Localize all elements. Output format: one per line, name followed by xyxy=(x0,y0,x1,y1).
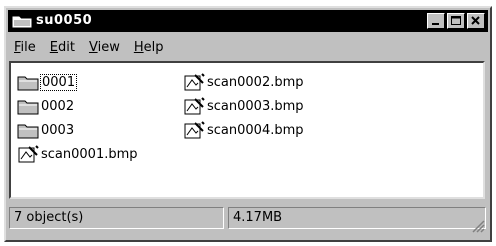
title-bar[interactable]: su0050 xyxy=(8,10,488,32)
file-item-label: scan0003.bmp xyxy=(207,98,304,114)
file-item-label: 0002 xyxy=(41,98,75,114)
file-item-scan0002[interactable]: scan0002.bmp xyxy=(183,71,304,93)
menu-file-label: ile xyxy=(20,39,36,55)
folder-icon xyxy=(17,124,39,139)
minimize-icon xyxy=(432,23,439,25)
bitmap-file-icon xyxy=(184,73,205,91)
minimize-button[interactable] xyxy=(427,13,445,29)
folder-icon xyxy=(17,76,39,91)
menu-help-mnemonic: H xyxy=(133,39,144,55)
menu-view-label: iew xyxy=(97,39,120,55)
maximize-button[interactable] xyxy=(447,13,465,29)
file-item-label: scan0002.bmp xyxy=(207,74,304,90)
folder-icon xyxy=(17,100,39,115)
file-item-scan0003[interactable]: scan0003.bmp xyxy=(183,95,304,117)
menu-edit[interactable]: Edit xyxy=(50,40,75,55)
file-item-label: 0001 xyxy=(39,73,78,91)
explorer-window: su0050 File Edit View Help 0001 0002 000… xyxy=(4,6,492,242)
folder-icon xyxy=(12,16,32,28)
status-object-count: 7 object(s) xyxy=(9,207,224,229)
menu-bar: File Edit View Help xyxy=(8,35,488,59)
menu-file[interactable]: File xyxy=(14,40,36,55)
bitmap-file-icon xyxy=(184,121,205,139)
maximize-icon xyxy=(451,16,461,25)
file-item-scan0001[interactable]: scan0001.bmp xyxy=(17,143,138,165)
status-total-size: 4.17MB xyxy=(228,207,486,229)
file-item-folder-0003[interactable]: 0003 xyxy=(17,119,74,141)
file-item-label: scan0001.bmp xyxy=(41,146,138,162)
file-item-scan0004[interactable]: scan0004.bmp xyxy=(183,119,304,141)
menu-help-label: elp xyxy=(143,39,164,55)
menu-edit-label: dit xyxy=(58,39,75,55)
status-bar: 7 object(s) 4.17MB xyxy=(9,201,487,235)
title-buttons xyxy=(425,13,485,29)
file-list-pane[interactable]: 0001 0002 0003 scan0001.bmp scan0002.bmp… xyxy=(9,61,485,199)
window-title: su0050 xyxy=(36,13,93,28)
menu-help[interactable]: Help xyxy=(134,40,164,55)
bitmap-file-icon xyxy=(184,97,205,115)
file-item-label: scan0004.bmp xyxy=(207,122,304,138)
file-item-folder-0002[interactable]: 0002 xyxy=(17,95,74,117)
file-item-label: 0003 xyxy=(41,122,75,138)
close-icon xyxy=(471,16,480,25)
menu-view-mnemonic: V xyxy=(88,39,98,55)
close-button[interactable] xyxy=(467,13,485,29)
file-item-folder-0001[interactable]: 0001 xyxy=(17,71,78,93)
resize-grip-icon[interactable] xyxy=(471,219,485,233)
bitmap-file-icon xyxy=(18,145,39,163)
menu-edit-mnemonic: E xyxy=(49,39,58,55)
menu-view[interactable]: View xyxy=(89,40,120,55)
